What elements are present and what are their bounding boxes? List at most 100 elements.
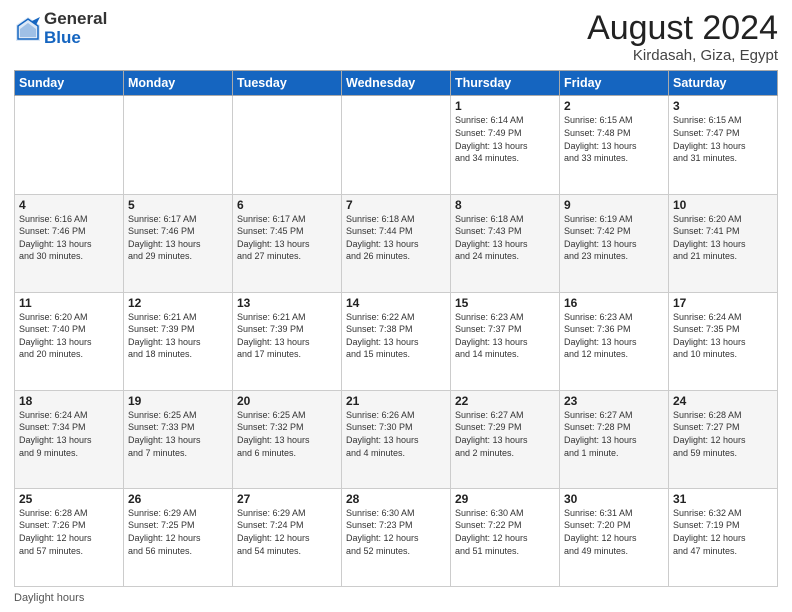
page: General Blue August 2024 Kirdasah, Giza,… [0,0,792,612]
day-number: 26 [128,492,228,506]
day-number: 18 [19,394,119,408]
calendar-cell: 15Sunrise: 6:23 AM Sunset: 7:37 PM Dayli… [451,292,560,390]
day-number: 17 [673,296,773,310]
day-info: Sunrise: 6:27 AM Sunset: 7:28 PM Dayligh… [564,409,664,459]
calendar-cell: 14Sunrise: 6:22 AM Sunset: 7:38 PM Dayli… [342,292,451,390]
day-info: Sunrise: 6:15 AM Sunset: 7:48 PM Dayligh… [564,114,664,164]
day-number: 24 [673,394,773,408]
day-number: 11 [19,296,119,310]
calendar-cell: 22Sunrise: 6:27 AM Sunset: 7:29 PM Dayli… [451,390,560,488]
day-number: 2 [564,99,664,113]
day-info: Sunrise: 6:23 AM Sunset: 7:36 PM Dayligh… [564,311,664,361]
day-info: Sunrise: 6:30 AM Sunset: 7:23 PM Dayligh… [346,507,446,557]
day-number: 28 [346,492,446,506]
day-header-friday: Friday [560,71,669,96]
calendar-week-4: 18Sunrise: 6:24 AM Sunset: 7:34 PM Dayli… [15,390,778,488]
calendar-cell: 8Sunrise: 6:18 AM Sunset: 7:43 PM Daylig… [451,194,560,292]
day-info: Sunrise: 6:18 AM Sunset: 7:44 PM Dayligh… [346,213,446,263]
calendar-cell: 11Sunrise: 6:20 AM Sunset: 7:40 PM Dayli… [15,292,124,390]
day-number: 30 [564,492,664,506]
calendar-cell: 16Sunrise: 6:23 AM Sunset: 7:36 PM Dayli… [560,292,669,390]
day-number: 7 [346,198,446,212]
day-number: 4 [19,198,119,212]
day-info: Sunrise: 6:24 AM Sunset: 7:34 PM Dayligh… [19,409,119,459]
day-number: 27 [237,492,337,506]
calendar-cell: 31Sunrise: 6:32 AM Sunset: 7:19 PM Dayli… [669,488,778,586]
logo-blue-text: Blue [44,29,107,48]
calendar-cell: 4Sunrise: 6:16 AM Sunset: 7:46 PM Daylig… [15,194,124,292]
calendar-cell: 13Sunrise: 6:21 AM Sunset: 7:39 PM Dayli… [233,292,342,390]
day-info: Sunrise: 6:26 AM Sunset: 7:30 PM Dayligh… [346,409,446,459]
calendar-cell: 30Sunrise: 6:31 AM Sunset: 7:20 PM Dayli… [560,488,669,586]
calendar-cell: 25Sunrise: 6:28 AM Sunset: 7:26 PM Dayli… [15,488,124,586]
day-info: Sunrise: 6:18 AM Sunset: 7:43 PM Dayligh… [455,213,555,263]
calendar-cell [15,96,124,194]
day-info: Sunrise: 6:21 AM Sunset: 7:39 PM Dayligh… [128,311,228,361]
day-info: Sunrise: 6:17 AM Sunset: 7:46 PM Dayligh… [128,213,228,263]
calendar-cell: 26Sunrise: 6:29 AM Sunset: 7:25 PM Dayli… [124,488,233,586]
calendar-cell: 17Sunrise: 6:24 AM Sunset: 7:35 PM Dayli… [669,292,778,390]
day-info: Sunrise: 6:14 AM Sunset: 7:49 PM Dayligh… [455,114,555,164]
day-number: 21 [346,394,446,408]
day-info: Sunrise: 6:21 AM Sunset: 7:39 PM Dayligh… [237,311,337,361]
day-number: 1 [455,99,555,113]
logo-general-text: General [44,10,107,29]
calendar-cell: 27Sunrise: 6:29 AM Sunset: 7:24 PM Dayli… [233,488,342,586]
location-subtitle: Kirdasah, Giza, Egypt [587,47,778,64]
day-header-wednesday: Wednesday [342,71,451,96]
days-of-week-row: SundayMondayTuesdayWednesdayThursdayFrid… [15,71,778,96]
day-info: Sunrise: 6:22 AM Sunset: 7:38 PM Dayligh… [346,311,446,361]
calendar-cell: 24Sunrise: 6:28 AM Sunset: 7:27 PM Dayli… [669,390,778,488]
day-info: Sunrise: 6:29 AM Sunset: 7:24 PM Dayligh… [237,507,337,557]
calendar-table: SundayMondayTuesdayWednesdayThursdayFrid… [14,70,778,587]
day-header-tuesday: Tuesday [233,71,342,96]
logo-icon [14,15,42,43]
day-number: 16 [564,296,664,310]
day-info: Sunrise: 6:23 AM Sunset: 7:37 PM Dayligh… [455,311,555,361]
calendar-cell: 5Sunrise: 6:17 AM Sunset: 7:46 PM Daylig… [124,194,233,292]
day-number: 15 [455,296,555,310]
calendar-cell: 20Sunrise: 6:25 AM Sunset: 7:32 PM Dayli… [233,390,342,488]
calendar-cell: 7Sunrise: 6:18 AM Sunset: 7:44 PM Daylig… [342,194,451,292]
day-number: 9 [564,198,664,212]
logo-text: General Blue [44,10,107,47]
calendar-cell [342,96,451,194]
calendar-header: SundayMondayTuesdayWednesdayThursdayFrid… [15,71,778,96]
calendar-week-5: 25Sunrise: 6:28 AM Sunset: 7:26 PM Dayli… [15,488,778,586]
day-number: 23 [564,394,664,408]
logo: General Blue [14,10,107,47]
calendar-body: 1Sunrise: 6:14 AM Sunset: 7:49 PM Daylig… [15,96,778,587]
daylight-label: Daylight hours [14,592,84,604]
calendar-cell: 2Sunrise: 6:15 AM Sunset: 7:48 PM Daylig… [560,96,669,194]
day-number: 25 [19,492,119,506]
day-info: Sunrise: 6:28 AM Sunset: 7:26 PM Dayligh… [19,507,119,557]
calendar-cell: 9Sunrise: 6:19 AM Sunset: 7:42 PM Daylig… [560,194,669,292]
day-info: Sunrise: 6:28 AM Sunset: 7:27 PM Dayligh… [673,409,773,459]
day-info: Sunrise: 6:16 AM Sunset: 7:46 PM Dayligh… [19,213,119,263]
calendar-cell: 19Sunrise: 6:25 AM Sunset: 7:33 PM Dayli… [124,390,233,488]
day-number: 5 [128,198,228,212]
day-info: Sunrise: 6:30 AM Sunset: 7:22 PM Dayligh… [455,507,555,557]
day-info: Sunrise: 6:20 AM Sunset: 7:40 PM Dayligh… [19,311,119,361]
day-info: Sunrise: 6:24 AM Sunset: 7:35 PM Dayligh… [673,311,773,361]
day-number: 31 [673,492,773,506]
calendar-cell: 23Sunrise: 6:27 AM Sunset: 7:28 PM Dayli… [560,390,669,488]
calendar-week-2: 4Sunrise: 6:16 AM Sunset: 7:46 PM Daylig… [15,194,778,292]
calendar-cell [233,96,342,194]
day-header-saturday: Saturday [669,71,778,96]
calendar-cell [124,96,233,194]
calendar-cell: 10Sunrise: 6:20 AM Sunset: 7:41 PM Dayli… [669,194,778,292]
day-number: 3 [673,99,773,113]
calendar-week-3: 11Sunrise: 6:20 AM Sunset: 7:40 PM Dayli… [15,292,778,390]
day-header-monday: Monday [124,71,233,96]
day-number: 14 [346,296,446,310]
day-info: Sunrise: 6:32 AM Sunset: 7:19 PM Dayligh… [673,507,773,557]
day-number: 6 [237,198,337,212]
calendar-cell: 12Sunrise: 6:21 AM Sunset: 7:39 PM Dayli… [124,292,233,390]
day-info: Sunrise: 6:27 AM Sunset: 7:29 PM Dayligh… [455,409,555,459]
calendar-week-1: 1Sunrise: 6:14 AM Sunset: 7:49 PM Daylig… [15,96,778,194]
day-info: Sunrise: 6:19 AM Sunset: 7:42 PM Dayligh… [564,213,664,263]
calendar-cell: 29Sunrise: 6:30 AM Sunset: 7:22 PM Dayli… [451,488,560,586]
footer: Daylight hours [14,592,778,604]
day-number: 22 [455,394,555,408]
